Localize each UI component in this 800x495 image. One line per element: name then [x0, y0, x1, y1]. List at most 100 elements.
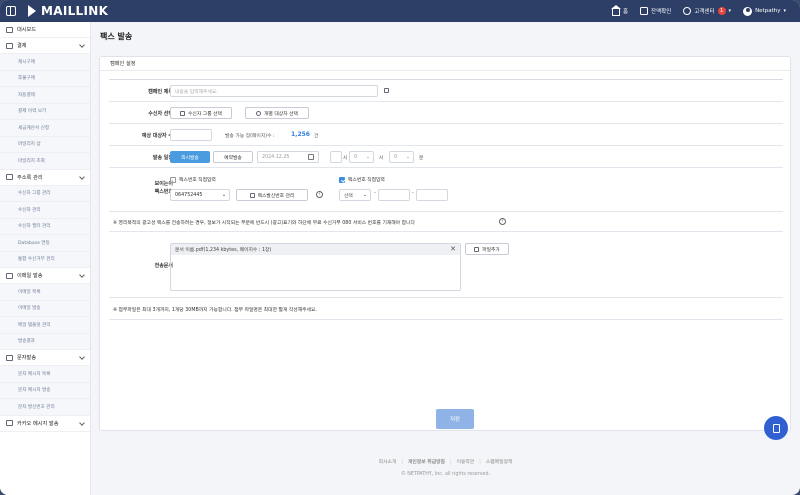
chevron-down-icon: ⌄ — [362, 192, 367, 198]
sidebar-item-label: 주소록 관리 — [17, 174, 43, 181]
sidebar-section[interactable]: 카카오 메시지 발송 — [0, 416, 90, 432]
send-now-button[interactable]: 즉시발송 — [170, 151, 210, 163]
footer-link[interactable]: 개인정보 취급방침 — [408, 460, 445, 465]
sidebar-item-label: 문자 발신번호 관리 — [18, 404, 55, 410]
sidebar-section[interactable]: 이메일 발송 — [0, 268, 90, 284]
memo-icon[interactable] — [384, 88, 389, 93]
sidebar-item-label: 자동결제 — [18, 92, 35, 98]
sidebar-item-label: 마일리지 조회 — [18, 158, 45, 164]
sidebar-item-label: 이메일 발송 — [17, 273, 43, 279]
brand-logo-icon — [28, 5, 36, 17]
expected-count-input[interactable] — [170, 129, 212, 141]
document-row: 전송문서 문서 이름.pdf(1,234 kbytes, 페이지수 : 1장) … — [109, 232, 783, 298]
fax-mid-input[interactable] — [378, 189, 410, 201]
chevron-down-icon — [79, 42, 85, 48]
sidebar-item[interactable]: 이메일 발송 — [0, 300, 90, 317]
sidebar: 대시보드 결제 캐시구매후불구매자동결제결제 이력 보기세금계산서 신청 마일리지 샵… — [0, 22, 91, 495]
sidebar-item-label: 문자 메시지 목록 — [18, 371, 51, 377]
sidebar-item-label: Database 연동 — [18, 240, 50, 246]
fax-direct-checkbox-2[interactable]: 팩스번호 직접입력 — [339, 176, 385, 183]
sidebar-item[interactable]: 통합 수신거부 관리 — [0, 251, 90, 268]
sidebar-item[interactable]: 수신자 필터 관리 — [0, 218, 90, 235]
fax-sender-manage-button[interactable]: 팩스발신번호 관리 — [236, 189, 308, 201]
recipient-group-button[interactable]: 수신자 그룹 선택 — [170, 107, 232, 119]
sidebar-item[interactable]: 이메일 목록 — [0, 284, 90, 301]
sidebar-item[interactable]: 문자 메시지 목록 — [0, 366, 90, 383]
user-menu[interactable]: Netpathy ▾ — [743, 6, 786, 16]
brand-name: MAILLINK — [41, 4, 109, 18]
sidebar-section[interactable]: 주소록 관리 — [0, 170, 90, 186]
sidebar-item[interactable]: 수신자 그룹 관리 — [0, 185, 90, 202]
home-icon — [610, 4, 621, 16]
help-icon[interactable]: ? — [316, 191, 323, 198]
sidebar-item[interactable]: 마일리지 조회 — [0, 153, 90, 170]
sidebar-section[interactable]: 문자발송 — [0, 350, 90, 366]
campaign-title-label: 캠페인 제목 — [148, 89, 173, 95]
sidebar-item[interactable]: 문자 메시지 발송 — [0, 382, 90, 399]
sidebar-item[interactable]: 문자 발신번호 관리 — [0, 399, 90, 416]
home-link[interactable]: 홈 — [610, 4, 628, 16]
sidebar-toggle-icon[interactable] — [6, 6, 16, 16]
sidebar-item-label: 결제 이력 보기 — [18, 109, 47, 115]
recipient-individual-button[interactable]: 개별 대상자 선택 — [245, 107, 309, 119]
chevron-down-icon: ⌄ — [405, 154, 410, 160]
help-icon[interactable]: ? — [499, 218, 506, 225]
sidebar-item-label: 수신자 그룹 관리 — [18, 191, 51, 197]
document-fab-button[interactable] — [764, 416, 788, 440]
footer-links: 회사소개 | 개인정보 취급방침 | 이용약관 | 스팸메일정책 — [91, 458, 800, 465]
add-file-button[interactable]: 파일추가 — [465, 243, 509, 255]
close-icon[interactable]: ✕ — [450, 245, 456, 253]
hour-select[interactable] — [330, 151, 342, 163]
sidebar-item-label: 문자발송 — [17, 355, 37, 361]
section-icon — [6, 26, 13, 33]
sidebar-item[interactable]: 수신자 관리 — [0, 202, 90, 219]
balance-link[interactable]: 잔액확인 — [640, 7, 671, 15]
hour-value-select[interactable]: 0 ⌄ — [349, 151, 374, 163]
sidebar-item-label: 카카오 메시지 발송 — [17, 420, 59, 427]
section-icon — [6, 174, 13, 180]
document-dropzone[interactable]: 문서 이름.pdf(1,234 kbytes, 페이지수 : 1장) ✕ — [170, 243, 461, 291]
minute-select[interactable]: 0 ⌄ — [389, 151, 414, 163]
printer-icon — [249, 192, 255, 198]
support-link[interactable]: 고객센터 1 ▾ — [683, 7, 731, 15]
sidebar-item-label: 통합 수신거부 관리 — [18, 257, 55, 263]
campaign-title-input[interactable]: 내용을 입력해주세요. — [170, 85, 378, 97]
minute-unit: 분 — [419, 156, 424, 161]
sidebar-item[interactable]: 마일리지 샵 — [0, 136, 90, 153]
footer-link[interactable]: 회사소개 — [379, 460, 397, 465]
section-icon — [6, 272, 13, 279]
chevron-down-icon: ⌄ — [221, 192, 226, 198]
footer-separator: | — [479, 460, 481, 465]
sidebar-item[interactable]: 후불구매 — [0, 70, 90, 87]
hour-unit: 시 — [343, 156, 348, 161]
hour-unit-label: 시 — [379, 156, 384, 161]
sidebar-item[interactable]: 자동결제 — [0, 87, 90, 104]
area-code-select[interactable]: 선택 ⌄ — [339, 189, 371, 201]
sidebar-section[interactable]: 대시보드 — [0, 22, 90, 38]
fax-number-select[interactable]: 064752445 ⌄ — [170, 189, 230, 201]
section-icon — [6, 42, 13, 49]
sidebar-item[interactable]: Database 연동 — [0, 235, 90, 252]
attachment-notice-text: ※ 첨부파일은 최대 3개까지, 1개당 30MB까지 가능합니다. 첨부 파일… — [113, 308, 317, 313]
sidebar-item[interactable]: 캐시구매 — [0, 54, 90, 71]
sidebar-item[interactable]: 메일 템플릿 관리 — [0, 317, 90, 334]
top-bar: MAILLINK 홈 잔액확인 고객센터 1 ▾ Netpathy ▾ — [0, 0, 800, 22]
recipient-row: 수신자 선택 수신자 그룹 선택 개별 대상자 선택 — [109, 102, 783, 124]
copyright: © NETPATHY, Inc. all rights reserved. — [400, 472, 491, 477]
footer-link[interactable]: 이용약관 — [457, 460, 475, 465]
fax-last-input[interactable] — [416, 189, 448, 201]
card-title: 캠페인 설정 — [100, 57, 790, 71]
footer-link[interactable]: 스팸메일정책 — [486, 460, 512, 465]
fax-direct-checkbox-1[interactable]: 팩스번호 직접입력 — [170, 176, 216, 183]
sidebar-item[interactable]: 발송결과 — [0, 333, 90, 350]
reserve-send-button[interactable]: 예약발송 — [213, 151, 253, 163]
sidebar-item[interactable]: 세금계산서 신청 — [0, 120, 90, 137]
sidebar-item-label: 발송결과 — [18, 339, 35, 345]
save-button[interactable]: 저장 — [436, 409, 474, 429]
sidebar-item[interactable]: 결제 이력 보기 — [0, 103, 90, 120]
sendable-label: 발송 가능 장(페이지)수 : — [225, 134, 275, 139]
sidebar-section[interactable]: 결제 — [0, 38, 90, 54]
sidebar-item-label: 후불구매 — [18, 76, 35, 82]
brand-logo[interactable]: MAILLINK — [26, 4, 108, 18]
date-input[interactable]: 2024.12.25 — [257, 151, 319, 163]
